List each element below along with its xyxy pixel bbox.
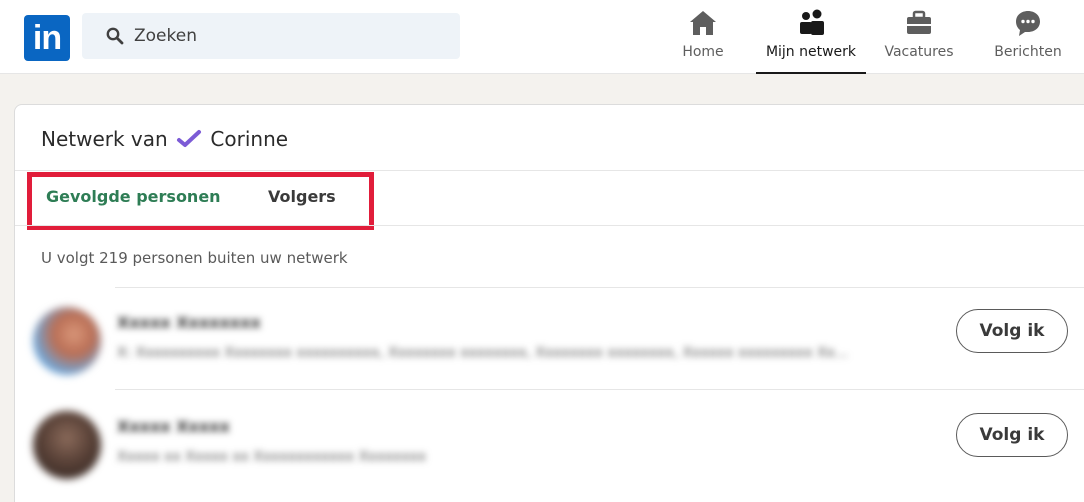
highlight-annotation — [27, 172, 374, 230]
search-icon — [106, 27, 124, 45]
page-title: Netwerk van Corinne — [41, 127, 288, 151]
person-name[interactable]: Xxxxx Xxxxx — [117, 417, 230, 436]
following-count: U volgt 219 personen buiten uw netwerk — [41, 249, 348, 267]
nav-my-network[interactable]: Mijn netwerk — [756, 8, 866, 74]
network-card: Netwerk van Corinne Gevolgde personen Vo… — [14, 104, 1084, 502]
divider — [115, 389, 1084, 390]
avatar[interactable] — [33, 411, 101, 479]
top-navigation: in Home Mijn netwerk Vacatures — [0, 0, 1084, 74]
person-name[interactable]: Xxxxx Xxxxxxxx — [117, 313, 261, 332]
title-name: Corinne — [210, 127, 289, 151]
nav-jobs-label: Vacatures — [884, 44, 954, 60]
nav-messaging[interactable]: Berichten — [988, 8, 1068, 74]
nav-my-network-label: Mijn netwerk — [765, 44, 857, 60]
nav-messaging-label: Berichten — [994, 44, 1062, 60]
following-button[interactable]: Volg ik — [956, 309, 1068, 353]
briefcase-icon — [907, 10, 931, 34]
list-item: Xxxxx Xxxxx Xxxxx xx Xxxxx xx Xxxxxxxxxx… — [15, 389, 1084, 491]
avatar[interactable] — [33, 307, 101, 375]
person-headline: X: Xxxxxxxxxx Xxxxxxxx xxxxxxxxxx, Xxxxx… — [117, 345, 849, 361]
search-bar[interactable] — [82, 13, 460, 59]
list-item: Xxxxx Xxxxxxxx X: Xxxxxxxxxx Xxxxxxxx xx… — [15, 287, 1084, 389]
nav-home-label: Home — [682, 44, 724, 60]
checkmark-icon — [177, 130, 202, 147]
home-icon — [690, 11, 716, 35]
messaging-icon — [1016, 11, 1040, 36]
network-icon — [800, 9, 824, 35]
search-input[interactable] — [134, 13, 444, 59]
nav-home[interactable]: Home — [674, 8, 732, 74]
divider — [15, 170, 1084, 171]
following-button[interactable]: Volg ik — [956, 413, 1068, 457]
person-headline: Xxxxx xx Xxxxx xx Xxxxxxxxxxxx Xxxxxxxx — [117, 449, 427, 465]
nav-jobs[interactable]: Vacatures — [878, 8, 960, 74]
title-prefix: Netwerk van — [41, 127, 168, 151]
divider — [115, 287, 1084, 288]
divider — [15, 225, 1084, 226]
active-nav-indicator — [756, 72, 866, 74]
linkedin-logo[interactable]: in — [24, 15, 70, 61]
